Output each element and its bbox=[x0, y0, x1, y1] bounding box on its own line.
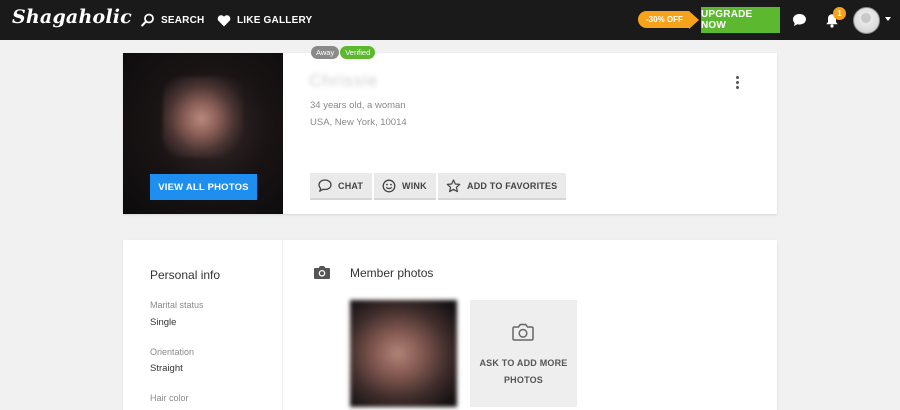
chat-icon bbox=[318, 179, 332, 192]
notification-count-badge: 1 bbox=[833, 7, 846, 20]
wink-button[interactable]: WINK bbox=[374, 173, 436, 200]
orientation-label: Orientation bbox=[150, 347, 195, 357]
user-avatar[interactable] bbox=[853, 7, 880, 34]
wink-button-label: WINK bbox=[402, 180, 427, 191]
profile-photo-panel: VIEW ALL PHOTOS bbox=[123, 53, 283, 214]
nav-like-gallery-label: LIKE GALLERY bbox=[237, 14, 313, 26]
chat-button[interactable]: CHAT bbox=[310, 173, 373, 200]
member-photo-thumbnail[interactable] bbox=[350, 300, 457, 407]
camera-icon bbox=[314, 266, 330, 279]
ask-more-photos-button[interactable]: ASK TO ADD MORE PHOTOS bbox=[470, 300, 577, 407]
chevron-down-icon[interactable] bbox=[885, 17, 891, 21]
marital-status-label: Marital status bbox=[150, 300, 204, 310]
add-to-favorites-label: ADD TO FAVORITES bbox=[467, 180, 558, 191]
kebab-menu-icon[interactable] bbox=[733, 76, 741, 92]
discount-label: -30% OFF bbox=[638, 11, 689, 28]
heart-icon bbox=[217, 14, 231, 26]
personal-info-panel: Personal info Marital status Single Orie… bbox=[123, 240, 283, 410]
search-icon bbox=[141, 13, 154, 27]
profile-name: Chrissie bbox=[309, 71, 379, 90]
profile-card: VIEW ALL PHOTOS Chrissie 34 years old, a… bbox=[123, 53, 777, 214]
add-to-favorites-button[interactable]: ADD TO FAVORITES bbox=[438, 173, 567, 200]
orientation-value: Straight bbox=[150, 363, 183, 374]
marital-status-value: Single bbox=[150, 317, 177, 328]
info-card: Personal info Marital status Single Orie… bbox=[123, 240, 777, 410]
camera-icon bbox=[512, 323, 534, 341]
hair-color-label: Hair color bbox=[150, 393, 189, 403]
nav-search-link[interactable]: SEARCH bbox=[141, 0, 204, 40]
upgrade-button[interactable]: UPGRADE NOW bbox=[701, 7, 780, 33]
status-verified-badge: Verified bbox=[340, 46, 376, 59]
messages-button[interactable] bbox=[792, 0, 807, 40]
ask-more-photos-label: ASK TO ADD MORE PHOTOS bbox=[479, 358, 568, 385]
profile-location: USA, New York, 10014 bbox=[310, 117, 407, 128]
chat-bubble-icon bbox=[793, 14, 806, 26]
discount-badge[interactable]: -30% OFF bbox=[638, 10, 699, 29]
profile-age-gender: 34 years old, a woman bbox=[310, 100, 406, 111]
star-icon bbox=[446, 178, 461, 192]
status-tags: Away Verified bbox=[311, 46, 376, 59]
member-photos-title: Member photos bbox=[350, 266, 434, 280]
notifications-button[interactable] bbox=[825, 0, 839, 40]
nav-like-gallery-link[interactable]: LIKE GALLERY bbox=[217, 0, 312, 40]
personal-info-title: Personal info bbox=[150, 268, 221, 282]
status-away-badge: Away bbox=[311, 46, 340, 59]
site-logo[interactable]: Shagaholic bbox=[12, 6, 132, 28]
top-navigation-bar: Shagaholic SEARCH LIKE GALLERY -30% OFF … bbox=[0, 0, 900, 40]
smiley-icon bbox=[382, 179, 396, 192]
profile-photo[interactable] bbox=[163, 77, 243, 157]
view-all-photos-button[interactable]: VIEW ALL PHOTOS bbox=[150, 174, 257, 200]
discount-arrow bbox=[688, 10, 699, 29]
chat-button-label: CHAT bbox=[338, 180, 364, 191]
nav-search-label: SEARCH bbox=[161, 14, 205, 26]
